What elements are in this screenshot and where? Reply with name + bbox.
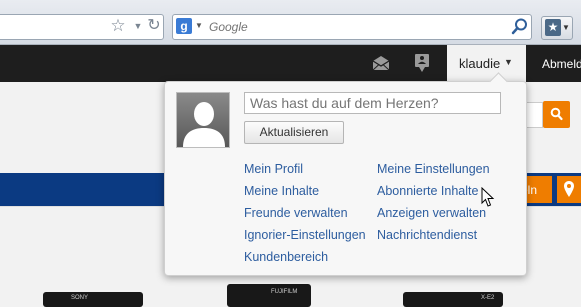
ignore-settings-link[interactable]: Ignorier-Einstellungen	[244, 228, 366, 242]
bookmark-star-icon: ★	[545, 19, 561, 36]
search-icon[interactable]	[511, 17, 529, 36]
browser-search-bar[interactable]: g ▼	[172, 14, 532, 40]
location-pin-icon	[564, 181, 574, 197]
bookmarks-button[interactable]: ★ ▼	[541, 16, 573, 40]
manage-ads-link[interactable]: Anzeigen verwalten	[377, 206, 486, 220]
username-label: klaudie	[459, 56, 501, 71]
camera-model-label: X-E2	[481, 295, 495, 301]
my-content-link[interactable]: Meine Inhalte	[244, 184, 319, 198]
status-input[interactable]	[244, 92, 501, 114]
reload-icon[interactable]: ↻	[146, 17, 162, 35]
mouse-cursor-icon	[481, 187, 495, 207]
camera-image[interactable]: FUJIFILM	[227, 284, 311, 307]
browser-search-input[interactable]	[209, 18, 499, 35]
browser-toolbar: ☆ ▼ ↻ g ▼ ★ ▼	[0, 0, 581, 45]
update-button[interactable]: Aktualisieren	[244, 121, 344, 144]
default-avatar-icon	[183, 102, 225, 147]
star-icon[interactable]: ☆	[109, 17, 127, 35]
mail-icon[interactable]	[372, 55, 390, 71]
location-button[interactable]	[557, 176, 581, 203]
search-icon	[550, 107, 563, 121]
my-settings-link[interactable]: Meine Einstellungen	[377, 162, 490, 176]
manage-friends-link[interactable]: Freunde verwalten	[244, 206, 348, 220]
camera-brand-label: SONY	[71, 295, 89, 301]
notification-icon[interactable]	[414, 53, 430, 73]
engine-dropdown-icon[interactable]: ▼	[195, 18, 203, 34]
camera-image[interactable]: SONY	[43, 292, 143, 307]
dropdown-arrow-icon[interactable]: ▼	[132, 18, 144, 34]
page-search-button[interactable]	[543, 101, 570, 128]
customer-area-link[interactable]: Kundenbereich	[244, 250, 328, 264]
camera-brand-label: FUJIFILM	[271, 289, 298, 295]
avatar[interactable]	[176, 92, 230, 148]
user-dropdown-panel: Aktualisieren Mein Profil Meine Inhalte …	[164, 72, 527, 276]
camera-image[interactable]: X-E2	[403, 292, 503, 307]
user-menu-tab[interactable]: klaudie ▼	[447, 45, 526, 82]
messaging-link[interactable]: Nachrichtendienst	[377, 228, 477, 242]
logout-link[interactable]: Abmelden	[542, 57, 581, 71]
chevron-down-icon: ▼	[562, 23, 570, 32]
subscribed-content-link[interactable]: Abonnierte Inhalte	[377, 184, 478, 198]
google-engine-icon[interactable]: g	[176, 18, 192, 34]
my-profile-link[interactable]: Mein Profil	[244, 162, 303, 176]
chevron-down-icon: ▼	[504, 57, 513, 67]
